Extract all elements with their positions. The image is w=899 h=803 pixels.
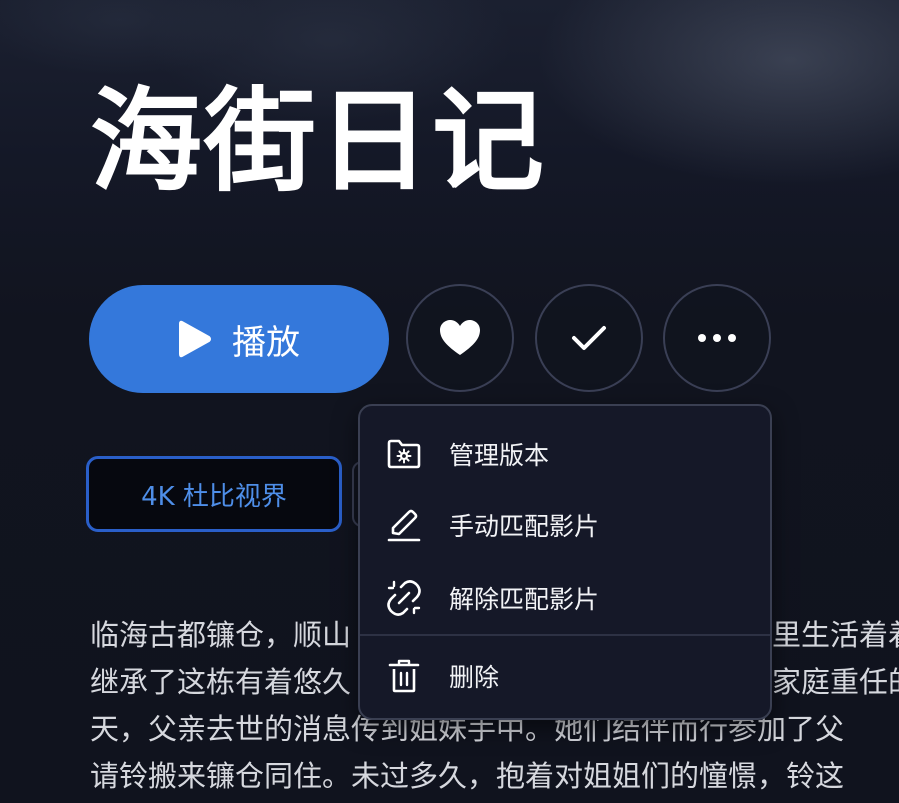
description-right-fragments: 里生活着着 家庭重任的	[772, 612, 899, 706]
menu-item-label: 手动匹配影片	[449, 512, 600, 541]
menu-item-manage-versions[interactable]: 管理版本	[360, 424, 770, 484]
description-fragment: 里生活着着	[772, 618, 899, 652]
menu-item-delete[interactable]: 删除	[360, 646, 770, 706]
quality-tag[interactable]: 4K 杜比视界	[86, 456, 342, 532]
favorite-button[interactable]	[406, 284, 514, 392]
menu-item-label: 删除	[449, 663, 500, 692]
description-line: 请铃搬来镰仓同住。未过多久，抱着对姐姐们的憧憬，铃这	[90, 759, 845, 793]
more-options-button[interactable]	[663, 284, 771, 392]
menu-item-manual-match[interactable]: 手动匹配影片	[360, 495, 770, 555]
menu-item-unmatch[interactable]: 解除匹配影片	[360, 568, 770, 628]
more-horizontal-icon	[698, 334, 736, 342]
heart-icon	[440, 320, 480, 355]
check-icon	[572, 326, 606, 350]
description-fragment: 家庭重任的	[772, 665, 899, 699]
play-label: 播放	[232, 322, 300, 363]
folder-settings-icon	[386, 436, 422, 472]
mark-watched-button[interactable]	[535, 284, 643, 392]
menu-item-label: 管理版本	[449, 441, 550, 470]
movie-title: 海街日记	[90, 77, 546, 207]
play-button[interactable]: 播放	[89, 285, 389, 393]
pencil-icon	[386, 507, 422, 543]
menu-item-label: 解除匹配影片	[449, 585, 600, 614]
play-icon	[179, 320, 211, 358]
menu-divider	[360, 634, 770, 636]
unlink-icon	[386, 580, 422, 616]
more-options-menu: 管理版本 手动匹配影片 解除匹配影片 删除	[358, 404, 772, 720]
quality-tag-label: 4K 杜比视界	[141, 481, 287, 512]
trash-icon	[386, 658, 422, 694]
